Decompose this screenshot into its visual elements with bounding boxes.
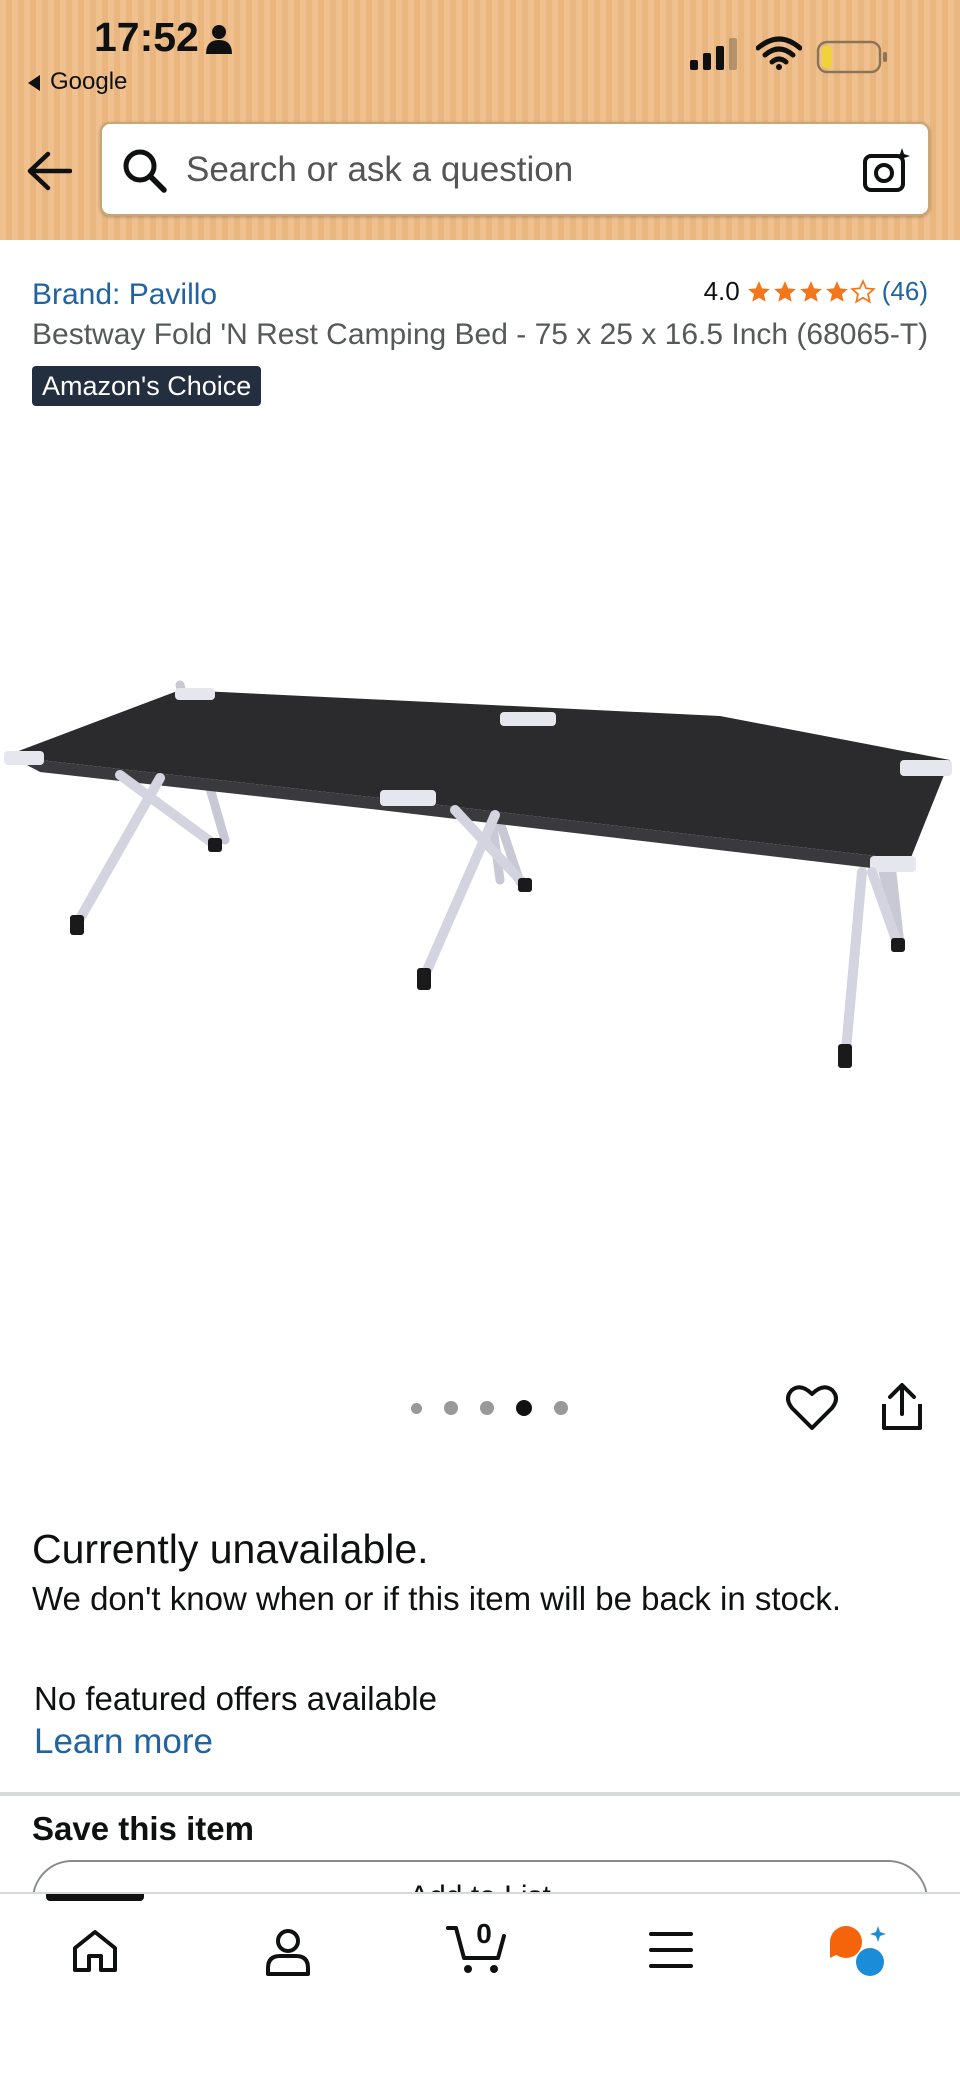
rating-value: 4.0: [703, 276, 740, 306]
heart-icon[interactable]: [786, 1384, 838, 1432]
star-icon: [773, 280, 796, 302]
star-icon: [825, 280, 848, 302]
back-triangle-icon: [28, 74, 40, 91]
star-rating: [746, 278, 876, 305]
pager-dot[interactable]: [480, 1401, 494, 1415]
brand-link[interactable]: Brand: Pavillo: [32, 278, 217, 312]
cart-button[interactable]: 0: [446, 1918, 508, 1981]
back-app-label: Google: [50, 68, 128, 95]
star-icon: [799, 280, 822, 302]
cart-count: 0: [476, 1918, 492, 1949]
pager-dot[interactable]: [411, 1402, 422, 1414]
bottom-nav: 0: [0, 1892, 960, 2079]
section-divider: [0, 1792, 960, 1796]
battery-icon: [816, 40, 887, 74]
signal-icon: [690, 38, 737, 70]
back-to-app-link[interactable]: Google: [28, 68, 127, 96]
availability-message: We don't know when or if this item will …: [32, 1580, 842, 1617]
image-pager[interactable]: [400, 1400, 579, 1416]
header: 17:52 Google: [0, 0, 960, 240]
no-offers-text: No featured offers available: [34, 1680, 437, 1717]
amazons-choice-badge: Amazon's Choice: [32, 366, 262, 406]
share-icon[interactable]: [880, 1382, 924, 1432]
status-time: 17:52: [94, 14, 199, 60]
nav-active-indicator: [46, 1894, 144, 1901]
search-icon: [123, 149, 167, 193]
save-item-heading: Save this item: [32, 1810, 254, 1847]
pager-dot[interactable]: [444, 1401, 458, 1415]
menu-icon[interactable]: [648, 1930, 694, 1970]
back-arrow-icon[interactable]: [26, 150, 72, 192]
review-count[interactable]: (46): [882, 276, 928, 307]
product-image[interactable]: [0, 660, 960, 1100]
search-input[interactable]: [184, 142, 808, 198]
search-box[interactable]: [100, 122, 930, 216]
pager-dot[interactable]: [554, 1401, 568, 1415]
home-icon[interactable]: [70, 1928, 120, 1974]
product-title: Bestway Fold 'N Rest Camping Bed - 75 x …: [32, 318, 929, 351]
availability-heading: Currently unavailable.: [32, 1526, 429, 1572]
star-icon: [747, 280, 770, 302]
camera-icon[interactable]: [862, 146, 912, 196]
learn-more-link[interactable]: Learn more: [34, 1722, 213, 1762]
wifi-icon: [756, 36, 802, 70]
rating-summary[interactable]: 4.0 (46): [704, 276, 928, 307]
rufus-icon[interactable]: [828, 1924, 890, 1980]
star-empty-icon: [849, 278, 876, 304]
account-icon[interactable]: [264, 1928, 312, 1976]
pager-dot-active[interactable]: [516, 1400, 532, 1416]
person-icon: [206, 25, 232, 54]
